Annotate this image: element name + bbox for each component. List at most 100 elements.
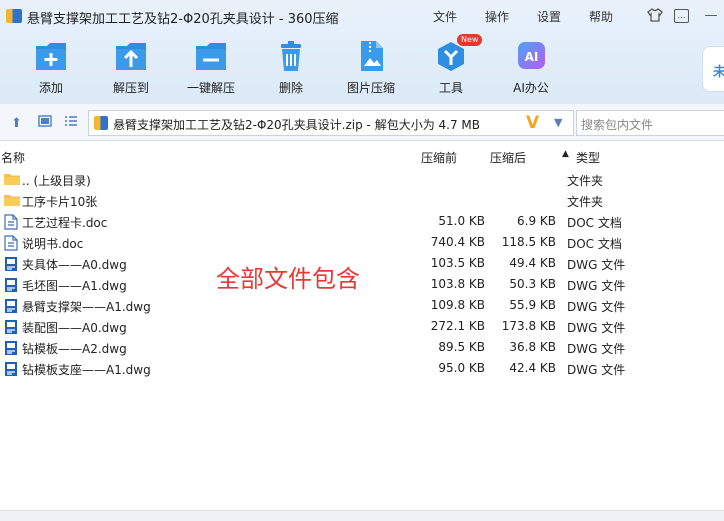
file-size: 109.8 KB	[430, 298, 485, 312]
image-compress-label: 图片压缩	[346, 81, 395, 95]
app-logo-icon	[6, 9, 22, 23]
status-bar	[0, 510, 724, 521]
file-compressed-size: 173.8 KB	[501, 319, 556, 333]
dwg-icon	[4, 277, 18, 296]
file-compressed-size: 50.3 KB	[509, 277, 556, 291]
zip-file-icon	[94, 116, 108, 130]
window-title: 悬臂支撑架加工工艺及钻2-Φ20孔夹具设计 - 360压缩	[27, 12, 339, 27]
search-input[interactable]: 搜索包内文件	[576, 110, 724, 136]
address-bar: ⬆ 悬臂支撑架加工工艺及钻2-Φ20孔夹具设计.zip - 解包大小为 4.7 …	[0, 104, 724, 141]
one-click-extract-button[interactable]: 一键解压	[175, 40, 247, 100]
file-compressed-size: 55.9 KB	[509, 298, 556, 312]
menu-file[interactable]: 文件	[433, 8, 457, 25]
delete-label: 删除	[278, 81, 303, 95]
file-type: DOC 文档	[567, 237, 622, 251]
extract-to-button[interactable]: 解压到	[95, 40, 167, 100]
column-type[interactable]: 类型	[576, 149, 600, 166]
file-size: 89.5 KB	[438, 340, 485, 354]
list-view-icon[interactable]	[64, 114, 78, 132]
menu-operation[interactable]: 操作	[485, 8, 509, 25]
dwg-icon	[4, 319, 18, 338]
ai-office-button[interactable]: AI AI办公	[495, 40, 567, 100]
column-compressed[interactable]: 压缩后	[490, 149, 526, 166]
file-name: .. (上级目录)	[22, 174, 91, 188]
file-type: DWG 文件	[567, 363, 626, 377]
file-size: 103.8 KB	[430, 277, 485, 291]
message-icon[interactable]: …	[674, 9, 689, 23]
file-type: DWG 文件	[567, 279, 626, 293]
file-compressed-size: 6.9 KB	[517, 214, 556, 228]
file-row[interactable]: 说明书.doc 740.4 KB 118.5 KB DOC 文档	[0, 232, 724, 253]
file-type: DWG 文件	[567, 342, 626, 356]
file-type: 文件夹	[567, 195, 604, 209]
up-arrow-icon[interactable]: ⬆	[11, 116, 22, 131]
file-row[interactable]: .. (上级目录) 文件夹	[0, 169, 724, 190]
file-type: DWG 文件	[567, 258, 626, 272]
doc-icon	[4, 214, 18, 233]
dwg-icon	[4, 340, 18, 359]
minimize-icon[interactable]: —	[702, 8, 720, 24]
archive-path-field[interactable]: 悬臂支撑架加工工艺及钻2-Φ20孔夹具设计.zip - 解包大小为 4.7 MB…	[88, 110, 574, 136]
file-row[interactable]: 毛坯图——A1.dwg 103.8 KB 50.3 KB DWG 文件	[0, 274, 724, 295]
file-name: 钻模板支座——A1.dwg	[22, 363, 151, 377]
menu-help[interactable]: 帮助	[589, 8, 613, 25]
ai-icon: AI	[518, 42, 545, 69]
extract-to-label: 解压到	[112, 81, 149, 95]
ai-icon-text: AI	[525, 50, 539, 64]
file-compressed-size: 42.4 KB	[509, 361, 556, 375]
folder-icon	[4, 172, 20, 189]
tools-label: 工具	[438, 81, 463, 95]
file-type: DWG 文件	[567, 321, 626, 335]
dropdown-arrow-icon[interactable]: ▼	[554, 116, 562, 129]
sort-ascending-icon: ▲	[562, 149, 569, 159]
side-promo-badge[interactable]: 未	[702, 46, 724, 92]
file-name: 夹具体——A0.dwg	[22, 258, 127, 272]
add-button[interactable]: 添加	[15, 40, 87, 100]
overlay-caption: 全部文件包含	[216, 265, 360, 293]
dwg-icon	[4, 256, 18, 275]
one-click-extract-icon	[196, 43, 226, 70]
file-row[interactable]: 钻模板——A2.dwg 89.5 KB 36.8 KB DWG 文件	[0, 337, 724, 358]
archive-path: 悬臂支撑架加工工艺及钻2-Φ20孔夹具设计.zip - 解包大小为 4.7 MB	[113, 118, 481, 132]
file-compressed-size: 118.5 KB	[501, 235, 556, 249]
file-row[interactable]: 工艺过程卡.doc 51.0 KB 6.9 KB DOC 文档	[0, 211, 724, 232]
skin-shirt-icon[interactable]	[646, 8, 664, 24]
verified-v-icon[interactable]: V	[526, 113, 539, 133]
add-icon	[36, 43, 66, 70]
image-compress-button[interactable]: 图片压缩	[335, 40, 407, 100]
file-list-header: 名称 压缩前 压缩后 ▲ 类型	[0, 146, 724, 166]
file-type: 文件夹	[567, 174, 604, 188]
file-size: 740.4 KB	[430, 235, 485, 249]
file-name: 钻模板——A2.dwg	[22, 342, 127, 356]
folder-icon	[4, 193, 20, 210]
one-click-extract-label: 一键解压	[186, 81, 235, 95]
file-row[interactable]: 悬臂支撑架——A1.dwg 109.8 KB 55.9 KB DWG 文件	[0, 295, 724, 316]
doc-icon	[4, 235, 18, 254]
add-label: 添加	[38, 81, 63, 95]
file-name: 说明书.doc	[22, 237, 84, 251]
file-size: 95.0 KB	[438, 361, 485, 375]
column-name[interactable]: 名称	[1, 149, 25, 166]
file-name: 悬臂支撑架——A1.dwg	[22, 300, 151, 314]
file-type: DWG 文件	[567, 300, 626, 314]
file-compressed-size: 36.8 KB	[509, 340, 556, 354]
file-size: 272.1 KB	[430, 319, 485, 333]
menu-settings[interactable]: 设置	[537, 8, 561, 25]
trash-icon	[281, 41, 301, 71]
top-panel: 悬臂支撑架加工工艺及钻2-Φ20孔夹具设计 - 360压缩 文件 操作 设置 帮…	[0, 0, 724, 104]
file-row[interactable]: 钻模板支座——A1.dwg 95.0 KB 42.4 KB DWG 文件	[0, 358, 724, 379]
file-row[interactable]: 工序卡片10张 文件夹	[0, 190, 724, 211]
extract-to-icon	[116, 43, 146, 70]
file-row[interactable]: 夹具体——A0.dwg 103.5 KB 49.4 KB DWG 文件	[0, 253, 724, 274]
tools-button[interactable]: New 工具	[415, 34, 487, 100]
title-bar: 悬臂支撑架加工工艺及钻2-Φ20孔夹具设计 - 360压缩 文件 操作 设置 帮…	[0, 0, 724, 32]
file-compressed-size: 49.4 KB	[509, 256, 556, 270]
delete-button[interactable]: 删除	[255, 40, 327, 100]
file-row[interactable]: 装配图——A0.dwg 272.1 KB 173.8 KB DWG 文件	[0, 316, 724, 337]
column-size[interactable]: 压缩前	[421, 149, 457, 166]
file-name: 工艺过程卡.doc	[22, 216, 108, 230]
dwg-icon	[4, 298, 18, 317]
thumbnail-view-icon[interactable]	[38, 114, 52, 132]
new-badge: New	[457, 34, 483, 46]
file-name: 装配图——A0.dwg	[22, 321, 127, 335]
